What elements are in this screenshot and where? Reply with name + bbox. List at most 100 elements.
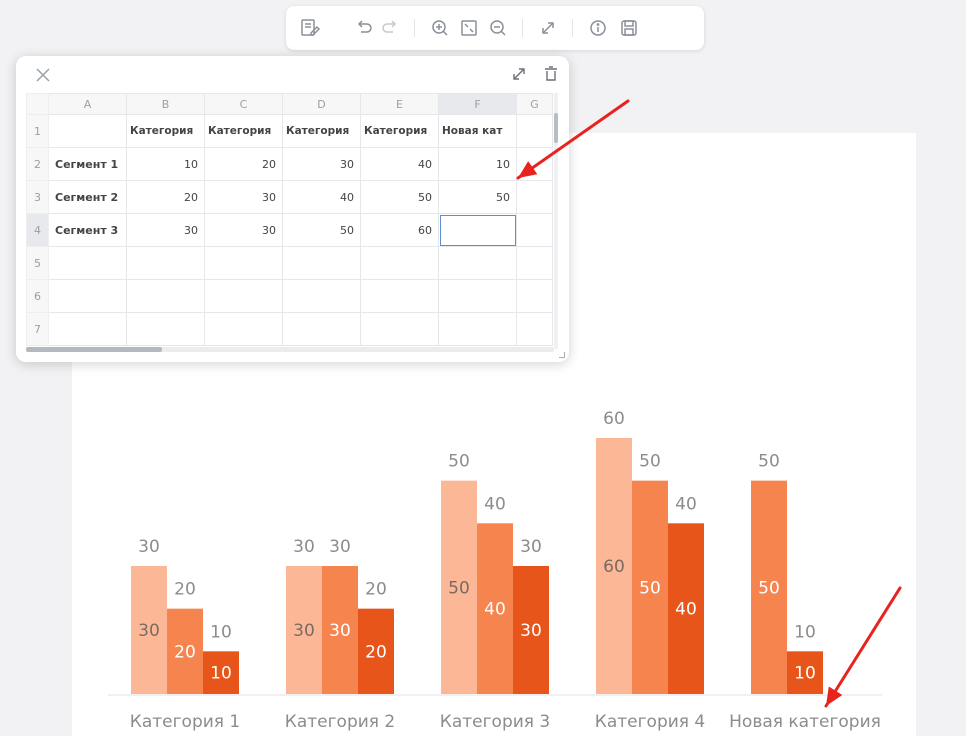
cell[interactable]: 50 [360,180,439,214]
column-header[interactable]: E [360,93,439,115]
row-number[interactable]: 6 [26,279,49,313]
cell[interactable] [126,246,205,280]
cell[interactable] [282,246,361,280]
cell[interactable]: 30 [282,147,361,181]
cell[interactable] [516,312,553,346]
selected-cell[interactable] [438,213,517,247]
cell[interactable]: 50 [438,180,517,214]
cell[interactable] [204,246,283,280]
cell[interactable] [48,312,127,346]
redo-icon[interactable] [378,16,402,40]
cell[interactable]: Категория [126,114,205,148]
vertical-scrollbar-thumb[interactable] [554,113,558,143]
cell[interactable] [360,312,439,346]
bar-inner-label: 30 [329,621,351,641]
cell[interactable] [204,312,283,346]
cell[interactable] [438,246,517,280]
bar-value-label: 60 [603,409,625,429]
expand-icon[interactable] [510,65,528,83]
cell[interactable]: 60 [360,213,439,247]
cell[interactable] [516,147,553,181]
bar-value-label: 40 [675,494,697,514]
cell[interactable] [516,213,553,247]
cell[interactable] [204,279,283,313]
row-number[interactable]: 2 [26,147,49,181]
cell[interactable] [516,114,553,148]
bar-value-label: 20 [174,580,196,600]
bar-inner-label: 20 [174,642,196,662]
cell[interactable]: 30 [204,180,283,214]
category-tick-label: Категория 3 [440,712,550,732]
bar-value-label: 50 [758,452,780,472]
cell[interactable] [438,279,517,313]
bar-value-label: 30 [138,537,160,557]
resize-handle[interactable] [559,352,565,358]
cell[interactable]: 30 [204,213,283,247]
info-icon[interactable] [586,16,610,40]
cell[interactable]: Категория [360,114,439,148]
table-row: 6 [26,279,553,313]
fullscreen-icon[interactable] [536,16,560,40]
column-header[interactable]: G [516,93,553,115]
trash-icon[interactable] [542,65,560,83]
zoom-out-icon[interactable] [486,16,510,40]
cell[interactable]: Новая кат [438,114,517,148]
cell[interactable]: Категория [282,114,361,148]
save-icon[interactable] [617,16,641,40]
cell[interactable] [48,279,127,313]
column-header[interactable]: F [438,93,517,115]
cell[interactable] [48,246,127,280]
bar-value-label: 30 [329,537,351,557]
table-row: 2 Сегмент 1 10 20 30 40 10 [26,147,553,181]
column-header[interactable]: B [126,93,205,115]
category-tick-label: Категория 4 [595,712,705,732]
cell[interactable]: 20 [126,180,205,214]
horizontal-scrollbar-thumb[interactable] [26,347,162,352]
row-number[interactable]: 7 [26,312,49,346]
category-tick-label: Категория 1 [130,712,240,732]
row-number[interactable]: 5 [26,246,49,280]
cell[interactable] [360,246,439,280]
table-row: 3 Сегмент 2 20 30 40 50 50 [26,180,553,214]
close-icon[interactable] [34,66,52,84]
cell[interactable] [516,246,553,280]
cell[interactable] [126,312,205,346]
undo-icon[interactable] [352,16,376,40]
bar-inner-label: 10 [210,664,232,684]
cell[interactable]: Категория [204,114,283,148]
column-header[interactable]: D [282,93,361,115]
cell[interactable]: 10 [126,147,205,181]
table-row: 5 [26,246,553,280]
column-header[interactable]: C [204,93,283,115]
cell[interactable]: Сегмент 3 [48,213,127,247]
cell[interactable] [438,312,517,346]
cell[interactable]: 30 [126,213,205,247]
row-number[interactable]: 4 [26,213,49,247]
row-number[interactable]: 3 [26,180,49,214]
cell[interactable]: 50 [282,213,361,247]
cell[interactable] [360,279,439,313]
column-header[interactable]: A [48,93,127,115]
data-editor-panel: A B C D E F G 1 Категория Категория Кате… [16,56,569,362]
cell[interactable] [48,114,127,148]
edit-data-icon[interactable] [298,16,322,40]
cell[interactable]: 20 [204,147,283,181]
column-header-row: A B C D E F G [26,93,553,115]
cell[interactable] [516,279,553,313]
row-number[interactable]: 1 [26,114,49,148]
cell[interactable]: 40 [360,147,439,181]
cell[interactable]: 40 [282,180,361,214]
cell[interactable] [126,279,205,313]
zoom-in-icon[interactable] [428,16,452,40]
cell[interactable]: Сегмент 2 [48,180,127,214]
fit-icon[interactable] [457,16,481,40]
cell[interactable] [516,180,553,214]
bar-inner-label: 40 [484,600,506,620]
table-row: 4 Сегмент 3 30 30 50 60 [26,213,553,247]
cell[interactable] [282,312,361,346]
cell[interactable]: Сегмент 1 [48,147,127,181]
cell[interactable]: 10 [438,147,517,181]
bar-value-label: 50 [448,452,470,472]
cell[interactable] [282,279,361,313]
bar-value-label: 10 [794,622,816,642]
